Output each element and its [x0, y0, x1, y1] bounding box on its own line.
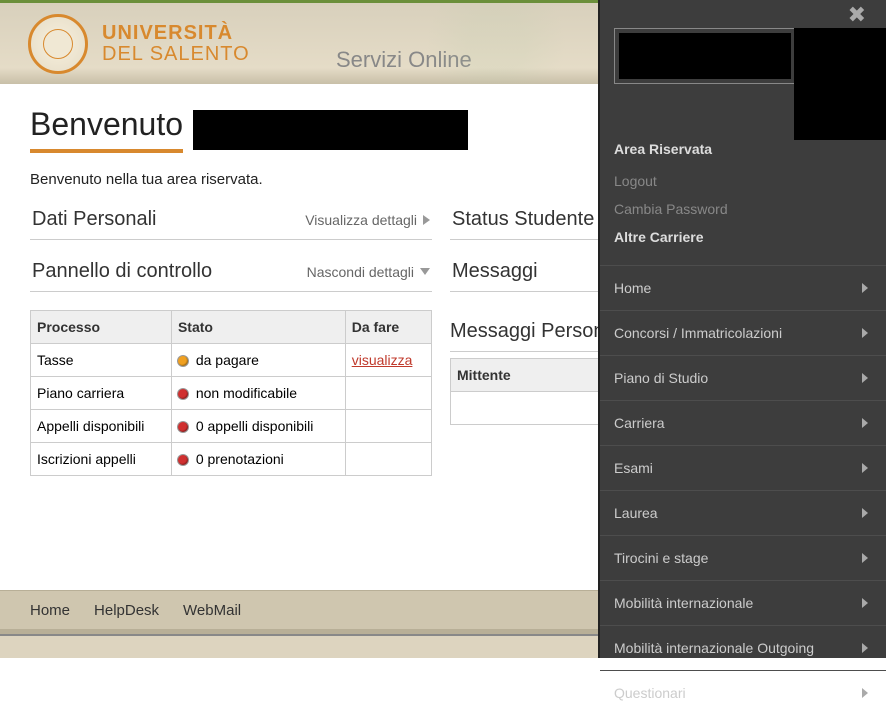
logo: UNIVERSITÀ DEL SALENTO: [28, 14, 250, 74]
nav-item-label: Home: [614, 280, 651, 296]
chevron-right-icon: [862, 688, 868, 698]
toggle-dati-label: Visualizza dettagli: [305, 212, 417, 228]
side-link-logout[interactable]: Logout: [614, 167, 872, 195]
toggle-pannello[interactable]: Nascondi dettagli: [307, 264, 430, 280]
cell-dafare: [345, 410, 431, 443]
cell-stato: da pagare: [171, 344, 345, 377]
cell-dafare: [345, 377, 431, 410]
section-title-status: Status Studente: [452, 208, 594, 231]
chevron-right-icon: [862, 643, 868, 653]
section-title-messaggi: Messaggi: [452, 260, 538, 283]
header-decoration-icon: [406, 3, 586, 84]
nav-item-home[interactable]: Home: [600, 265, 886, 310]
nav-item-mobilit-internazionale-outgoing[interactable]: Mobilità internazionale Outgoing: [600, 625, 886, 670]
nav-item-laurea[interactable]: Laurea: [600, 490, 886, 535]
toggle-pannello-label: Nascondi dettagli: [307, 264, 414, 280]
section-pannello[interactable]: Pannello di controllo Nascondi dettagli: [30, 252, 432, 292]
visualizza-link[interactable]: visualizza: [352, 352, 413, 368]
nav-item-label: Concorsi / Immatricolazioni: [614, 325, 782, 341]
cell-stato: 0 prenotazioni: [171, 443, 345, 476]
cell-dafare: [345, 443, 431, 476]
th-dafare: Da fare: [345, 311, 431, 344]
redacted-user-name: [193, 110, 468, 150]
control-panel-table: Processo Stato Da fare Tasse da pagare vi…: [30, 310, 432, 476]
footer-link-helpdesk[interactable]: HelpDesk: [94, 602, 159, 619]
chevron-right-icon: [862, 598, 868, 608]
cell-processo: Appelli disponibili: [31, 410, 172, 443]
section-title-msgp: Messaggi Personal: [450, 320, 620, 342]
logo-line1: UNIVERSITÀ: [102, 22, 233, 44]
chevron-right-icon: [862, 283, 868, 293]
logo-line2: DEL SALENTO: [102, 43, 250, 65]
toggle-dati[interactable]: Visualizza dettagli: [305, 212, 430, 228]
nav-item-concorsi-immatricolazioni[interactable]: Concorsi / Immatricolazioni: [600, 310, 886, 355]
nav-item-label: Esami: [614, 460, 653, 476]
table-row: Tasse da pagare visualizza: [31, 344, 432, 377]
status-dot-icon: [178, 389, 188, 399]
chevron-right-icon: [423, 215, 430, 225]
side-link-cambia-password[interactable]: Cambia Password: [614, 195, 872, 223]
nav-item-label: Laurea: [614, 505, 658, 521]
redacted-side-box: [794, 28, 886, 140]
nav-item-label: Mobilità internazionale: [614, 595, 753, 611]
side-area-riservata: Area Riservata Logout Cambia Password Al…: [614, 141, 872, 251]
logo-seal-icon: [28, 14, 88, 74]
cell-processo: Iscrizioni appelli: [31, 443, 172, 476]
cell-dafare: visualizza: [345, 344, 431, 377]
nav-item-label: Piano di Studio: [614, 370, 708, 386]
nav-item-label: Carriera: [614, 415, 665, 431]
section-title-pannello: Pannello di controllo: [32, 260, 212, 283]
nav-item-label: Tirocini e stage: [614, 550, 708, 566]
chevron-right-icon: [862, 553, 868, 563]
table-row: Appelli disponibili 0 appelli disponibil…: [31, 410, 432, 443]
nav-item-questionari[interactable]: Questionari: [600, 670, 886, 715]
nav-item-label: Questionari: [614, 685, 686, 701]
redacted-user-box: [619, 33, 791, 79]
nav-item-esami[interactable]: Esami: [600, 445, 886, 490]
cell-stato: 0 appelli disponibili: [171, 410, 345, 443]
page-title: Benvenuto: [30, 106, 183, 153]
cell-processo: Piano carriera: [31, 377, 172, 410]
chevron-right-icon: [862, 463, 868, 473]
side-section-title: Area Riservata: [614, 141, 872, 157]
th-processo: Processo: [31, 311, 172, 344]
chevron-down-icon: [420, 268, 430, 275]
section-title-dati: Dati Personali: [32, 208, 157, 231]
side-panel: ✖ Area Riservata Logout Cambia Password …: [598, 0, 886, 658]
side-user-box: [614, 28, 796, 84]
th-stato: Stato: [171, 311, 345, 344]
chevron-right-icon: [862, 373, 868, 383]
chevron-right-icon: [862, 418, 868, 428]
nav-item-tirocini-e-stage[interactable]: Tirocini e stage: [600, 535, 886, 580]
footer-link-webmail[interactable]: WebMail: [183, 602, 241, 619]
cell-stato: non modificabile: [171, 377, 345, 410]
logo-text: UNIVERSITÀ DEL SALENTO: [102, 23, 250, 65]
status-dot-icon: [178, 422, 188, 432]
table-row: Iscrizioni appelli 0 prenotazioni: [31, 443, 432, 476]
section-dati-personali[interactable]: Dati Personali Visualizza dettagli: [30, 200, 432, 240]
side-link-altre-carriere[interactable]: Altre Carriere: [614, 223, 872, 251]
nav-item-piano-di-studio[interactable]: Piano di Studio: [600, 355, 886, 400]
cell-processo: Tasse: [31, 344, 172, 377]
close-icon[interactable]: ✖: [848, 2, 866, 28]
nav-item-label: Mobilità internazionale Outgoing: [614, 640, 814, 656]
nav-item-mobilit-internazionale[interactable]: Mobilità internazionale: [600, 580, 886, 625]
status-dot-icon: [178, 356, 188, 366]
nav-item-carriera[interactable]: Carriera: [600, 400, 886, 445]
status-dot-icon: [178, 455, 188, 465]
footer-link-home[interactable]: Home: [30, 602, 70, 619]
chevron-right-icon: [862, 508, 868, 518]
table-row: Piano carriera non modificabile: [31, 377, 432, 410]
chevron-right-icon: [862, 328, 868, 338]
side-nav: Home Concorsi / Immatricolazioni Piano di …: [600, 265, 886, 715]
